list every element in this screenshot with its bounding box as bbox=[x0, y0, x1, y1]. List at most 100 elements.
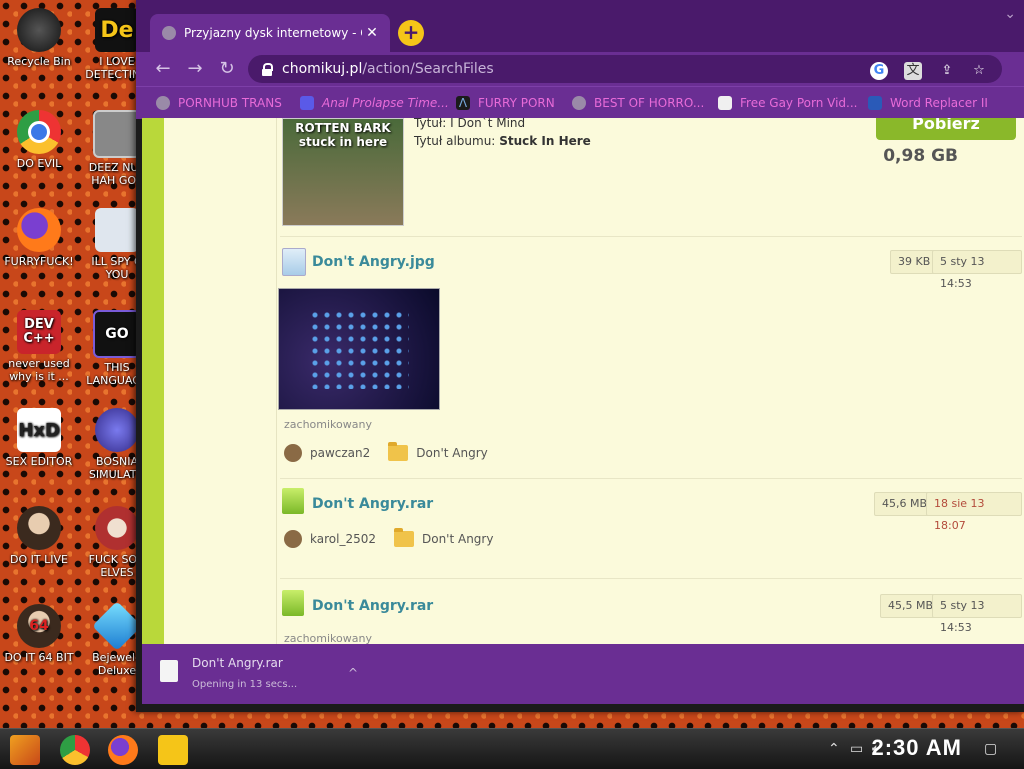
address-bar[interactable]: chomikuj.pl /action/SearchFiles G 文 ⇪ ☆ bbox=[248, 55, 1002, 83]
url-host: chomikuj.pl bbox=[282, 61, 363, 77]
image-file-icon bbox=[282, 248, 306, 276]
new-tab-button[interactable]: + bbox=[398, 20, 424, 46]
network-icon[interactable]: ▭ bbox=[850, 741, 863, 757]
translate-icon[interactable]: 文 bbox=[904, 62, 922, 80]
chevron-up-icon[interactable]: ^ bbox=[348, 666, 358, 680]
devcpp-icon: DEV C++ bbox=[17, 310, 61, 354]
tray-chevron-icon[interactable]: ⌃ bbox=[828, 741, 840, 757]
game-board-graphic bbox=[309, 309, 409, 389]
file-size: 0,98 GB bbox=[883, 146, 958, 166]
album-cover-image[interactable]: ROTTEN BARK stuck in here bbox=[282, 118, 404, 226]
url-path: /action/SearchFiles bbox=[362, 61, 494, 77]
album-cover-title: ROTTEN BARK stuck in here bbox=[295, 121, 391, 149]
folder-icon bbox=[388, 442, 409, 461]
left-accent-bar bbox=[142, 118, 164, 644]
download-status: Opening in 13 secs... bbox=[192, 679, 298, 690]
archive-file-icon bbox=[160, 660, 178, 682]
firefox-taskbar-icon[interactable] bbox=[108, 735, 138, 765]
file-date-badge: 18 sie 13 18:07 bbox=[926, 492, 1022, 532]
bookmark-item[interactable]: BEST OF HORRO... bbox=[572, 95, 704, 111]
status-label: zachomikowany bbox=[284, 632, 372, 644]
bookmarks-bar: PORNHUB TRANS Anal Prolapse Time... Λ FU… bbox=[136, 86, 1024, 119]
go-language-icon: GO bbox=[93, 310, 141, 358]
desktop-icon-recycle-bin[interactable]: Recycle Bin bbox=[0, 8, 78, 68]
browser-window: Przyjazny dysk internetowy - C ✕ + ⌄ ← →… bbox=[136, 0, 1024, 712]
globe-icon bbox=[572, 96, 586, 110]
santa-icon bbox=[95, 506, 139, 550]
chrome-taskbar-icon[interactable] bbox=[60, 735, 90, 765]
globe-icon bbox=[156, 96, 170, 110]
desktop-icon-do-it-live[interactable]: DO IT LIVE bbox=[0, 506, 78, 566]
avatar bbox=[284, 444, 302, 462]
desktop-icon-devcpp[interactable]: DEV C++ never used why is it ... bbox=[0, 310, 78, 383]
file-item: Don't Angry.rar 45,5 MB 5 sty 13 14:53 z… bbox=[280, 580, 1022, 644]
file-owner: pawczan2 Don't Angry bbox=[284, 442, 488, 462]
archive-file-icon bbox=[282, 488, 304, 514]
browser-toolbar: ← → ↻ chomikuj.pl /action/SearchFiles G … bbox=[136, 52, 1024, 86]
forward-arrow-icon[interactable]: → bbox=[184, 58, 206, 80]
portrait-64-icon: 64 bbox=[17, 604, 61, 648]
bookmark-item[interactable]: Λ FURRY PORN bbox=[456, 95, 555, 111]
download-file-name[interactable]: Don't Angry.rar bbox=[192, 656, 283, 670]
desktop-icon-do-evil[interactable]: DO EVIL bbox=[0, 110, 78, 170]
file-name-link[interactable]: Don't Angry.rar bbox=[312, 598, 433, 614]
back-arrow-icon[interactable]: ← bbox=[152, 58, 174, 80]
file-item: Don't Angry.jpg 39 KB 5 sty 13 14:53 zac… bbox=[278, 238, 1022, 479]
download-button[interactable]: Pobierz bbox=[876, 118, 1016, 140]
taskbar: ⌃ ▭ 🔈︎ 2:30 AM ▢ bbox=[0, 728, 1024, 769]
desktop-icon-sex-editor[interactable]: HxD SEX EDITOR bbox=[0, 408, 78, 468]
chrome-icon bbox=[17, 110, 61, 154]
file-name-link[interactable]: Don't Angry.jpg bbox=[312, 254, 435, 270]
desktop-icon-64bit[interactable]: 64 DO IT 64 BIT bbox=[0, 604, 78, 664]
tab-active[interactable]: Przyjazny dysk internetowy - C ✕ bbox=[150, 14, 390, 52]
owner-name-link[interactable]: pawczan2 bbox=[310, 446, 370, 460]
download-shelf: Don't Angry.rar Opening in 13 secs... ^ bbox=[142, 644, 1024, 704]
avatar bbox=[284, 530, 302, 548]
recycle-bin-icon bbox=[17, 8, 61, 52]
a-logo-icon: Λ bbox=[456, 96, 470, 110]
google-icon[interactable]: G bbox=[870, 62, 888, 80]
lock-icon bbox=[262, 63, 273, 76]
tab-strip: Przyjazny dysk internetowy - C ✕ + ⌄ bbox=[136, 0, 1024, 52]
file-date-badge: 5 sty 13 14:53 bbox=[932, 250, 1022, 290]
bookmark-item[interactable]: Free Gay Porn Vid... bbox=[718, 95, 857, 111]
owner-name-link[interactable]: karol_2502 bbox=[310, 532, 376, 546]
desktop-icon-furry[interactable]: FURRYFUCK! bbox=[0, 208, 78, 268]
notification-icon[interactable]: ▢ bbox=[984, 741, 997, 757]
status-label: zachomikowany bbox=[284, 418, 372, 431]
file-name-link[interactable]: Don't Angry.rar bbox=[312, 496, 433, 512]
file-owner: karol_2502 Don't Angry bbox=[284, 528, 493, 548]
file-item: Don't Angry.rar 45,6 MB 18 sie 13 18:07 … bbox=[280, 480, 1022, 579]
portrait-icon bbox=[17, 506, 61, 550]
start-button-icon[interactable] bbox=[10, 735, 40, 765]
detective-game-icon: De bbox=[95, 8, 139, 52]
share-icon[interactable]: ⇪ bbox=[938, 62, 956, 80]
spiky-ball-icon bbox=[95, 408, 139, 452]
windows-shortcut-icon bbox=[93, 110, 141, 158]
left-panel bbox=[164, 118, 277, 644]
file-date-badge: 5 sty 13 14:53 bbox=[932, 594, 1022, 634]
folder-name-link[interactable]: Don't Angry bbox=[416, 446, 487, 460]
globe-icon bbox=[162, 26, 176, 40]
diamond-icon bbox=[92, 601, 142, 651]
reload-icon[interactable]: ↻ bbox=[216, 58, 238, 80]
bookmark-site-icon bbox=[300, 96, 314, 110]
tab-close-button[interactable]: ✕ bbox=[362, 25, 382, 41]
page-content: ROTTEN BARK stuck in here Tytuł: I Don`t… bbox=[142, 118, 1024, 644]
bookmark-site-icon bbox=[718, 96, 732, 110]
tab-title: Przyjazny dysk internetowy - C bbox=[184, 26, 362, 40]
extension-icon bbox=[868, 96, 882, 110]
file-explorer-taskbar-icon[interactable] bbox=[158, 735, 188, 765]
bookmark-item[interactable]: PORNHUB TRANS bbox=[156, 95, 282, 111]
tab-search-chevron-icon[interactable]: ⌄ bbox=[1004, 6, 1016, 22]
taskbar-clock[interactable]: 2:30 AM bbox=[871, 735, 962, 761]
folder-icon bbox=[393, 528, 414, 547]
image-thumbnail[interactable] bbox=[278, 288, 440, 410]
folder-name-link[interactable]: Don't Angry bbox=[422, 532, 493, 546]
hxd-editor-icon: HxD bbox=[17, 408, 61, 452]
bookmark-star-icon[interactable]: ☆ bbox=[970, 62, 988, 80]
archive-file-icon bbox=[282, 590, 304, 616]
spy-icon bbox=[95, 208, 139, 252]
bookmark-item[interactable]: Word Replacer II bbox=[868, 95, 988, 111]
bookmark-item[interactable]: Anal Prolapse Time... bbox=[300, 95, 449, 111]
